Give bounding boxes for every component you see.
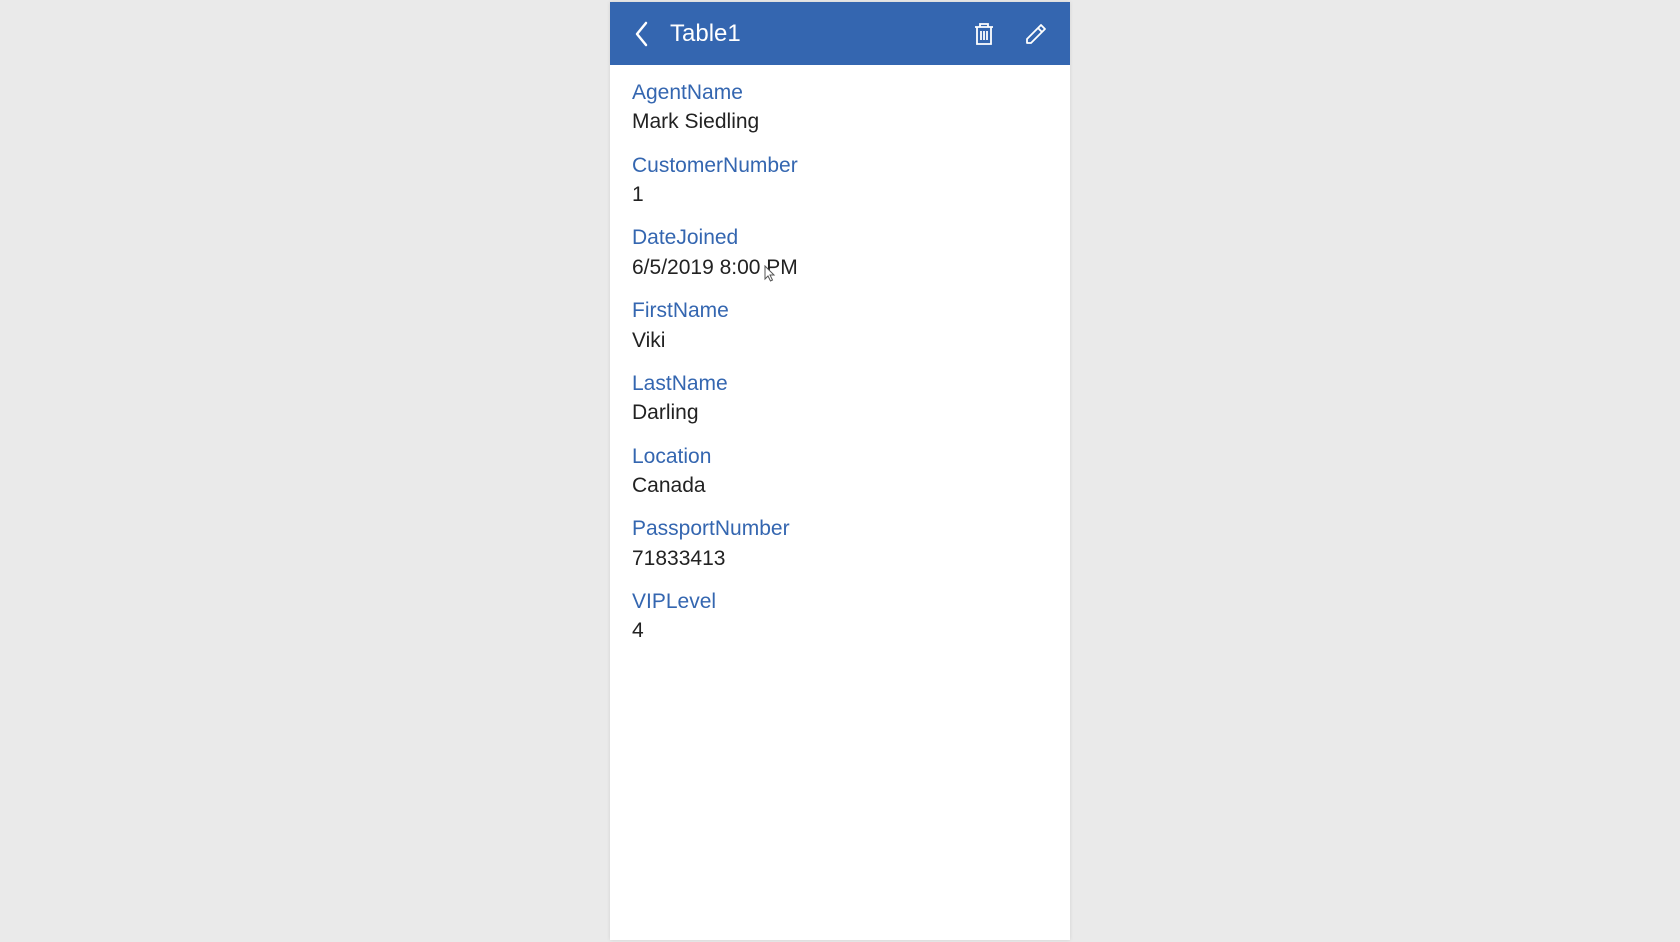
field-value: 6/5/2019 8:00 PM [632,253,1048,282]
back-button[interactable] [622,14,662,54]
app-container: Table1 AgentName Mark Siedling CustomerN [610,2,1070,940]
field-value: Mark Siedling [632,107,1048,136]
field-datejoined: DateJoined 6/5/2019 8:00 PM [632,224,1048,282]
field-value: 1 [632,180,1048,209]
field-lastname: LastName Darling [632,370,1048,428]
field-label: VIPLevel [632,588,1048,616]
field-value: Viki [632,326,1048,355]
field-customernumber: CustomerNumber 1 [632,152,1048,210]
detail-content: AgentName Mark Siedling CustomerNumber 1… [610,65,1070,675]
field-label: CustomerNumber [632,152,1048,180]
field-value: 71833413 [632,544,1048,573]
field-viplevel: VIPLevel 4 [632,588,1048,646]
field-passportnumber: PassportNumber 71833413 [632,515,1048,573]
field-label: DateJoined [632,224,1048,252]
delete-button[interactable] [962,12,1006,56]
field-label: Location [632,443,1048,471]
pencil-icon [1024,22,1048,46]
field-firstname: FirstName Viki [632,297,1048,355]
field-label: PassportNumber [632,515,1048,543]
field-value: Canada [632,471,1048,500]
page-title: Table1 [670,20,954,48]
chevron-left-icon [633,20,651,48]
trash-icon [972,21,996,47]
field-label: LastName [632,370,1048,398]
field-label: FirstName [632,297,1048,325]
field-value: Darling [632,398,1048,427]
field-value: 4 [632,616,1048,645]
field-agentname: AgentName Mark Siedling [632,79,1048,137]
field-label: AgentName [632,79,1048,107]
field-location: Location Canada [632,443,1048,501]
edit-button[interactable] [1014,12,1058,56]
app-header: Table1 [610,2,1070,65]
